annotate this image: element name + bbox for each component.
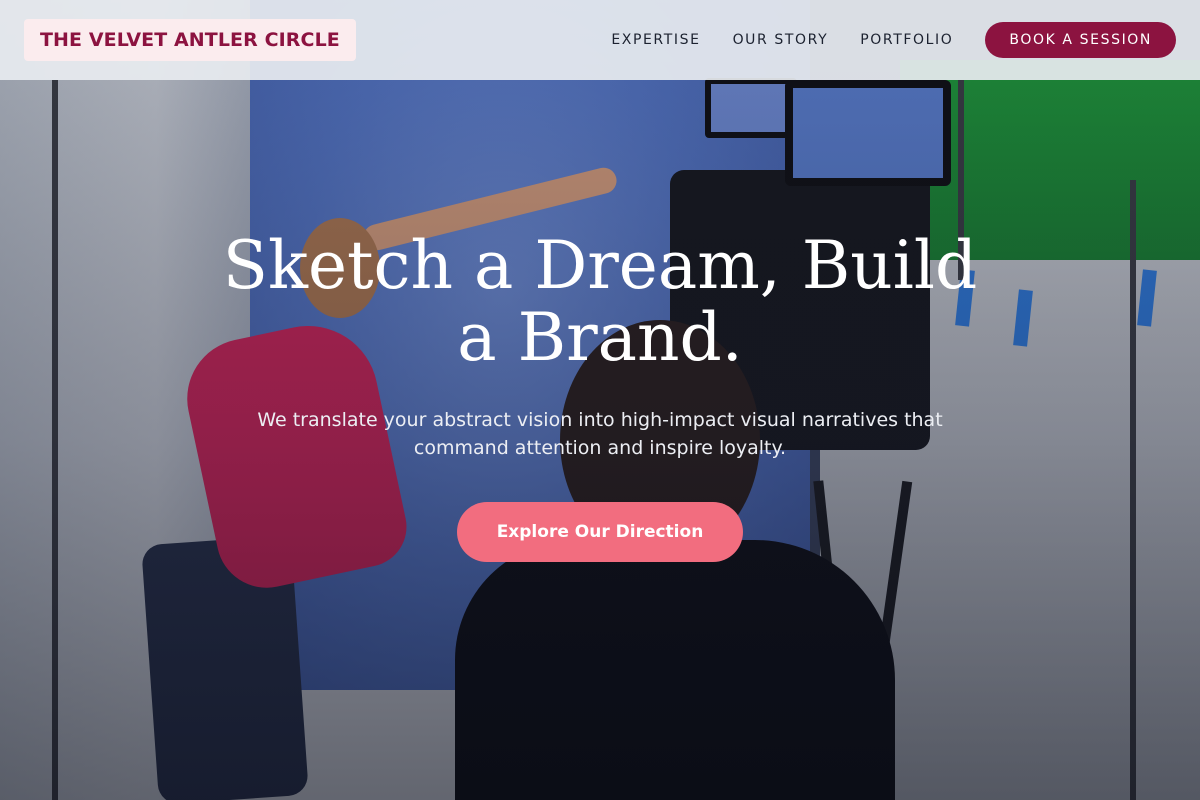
navbar: THE VELVET ANTLER CIRCLE EXPERTISE OUR S… [0, 0, 1200, 80]
hero: Sketch a Dream, Build a Brand. We transl… [0, 230, 1200, 562]
nav-links: EXPERTISE OUR STORY PORTFOLIO BOOK A SES… [579, 22, 1176, 58]
nav-link-our-story[interactable]: OUR STORY [733, 32, 829, 48]
hero-subtitle: We translate your abstract vision into h… [257, 409, 943, 459]
book-session-button[interactable]: BOOK A SESSION [985, 22, 1176, 58]
nav-link-expertise[interactable]: EXPERTISE [611, 32, 700, 48]
explore-direction-button[interactable]: Explore Our Direction [456, 502, 744, 562]
hero-title: Sketch a Dream, Build a Brand. [222, 227, 978, 376]
brand-logo[interactable]: THE VELVET ANTLER CIRCLE [24, 19, 356, 61]
nav-link-portfolio[interactable]: PORTFOLIO [860, 32, 953, 48]
